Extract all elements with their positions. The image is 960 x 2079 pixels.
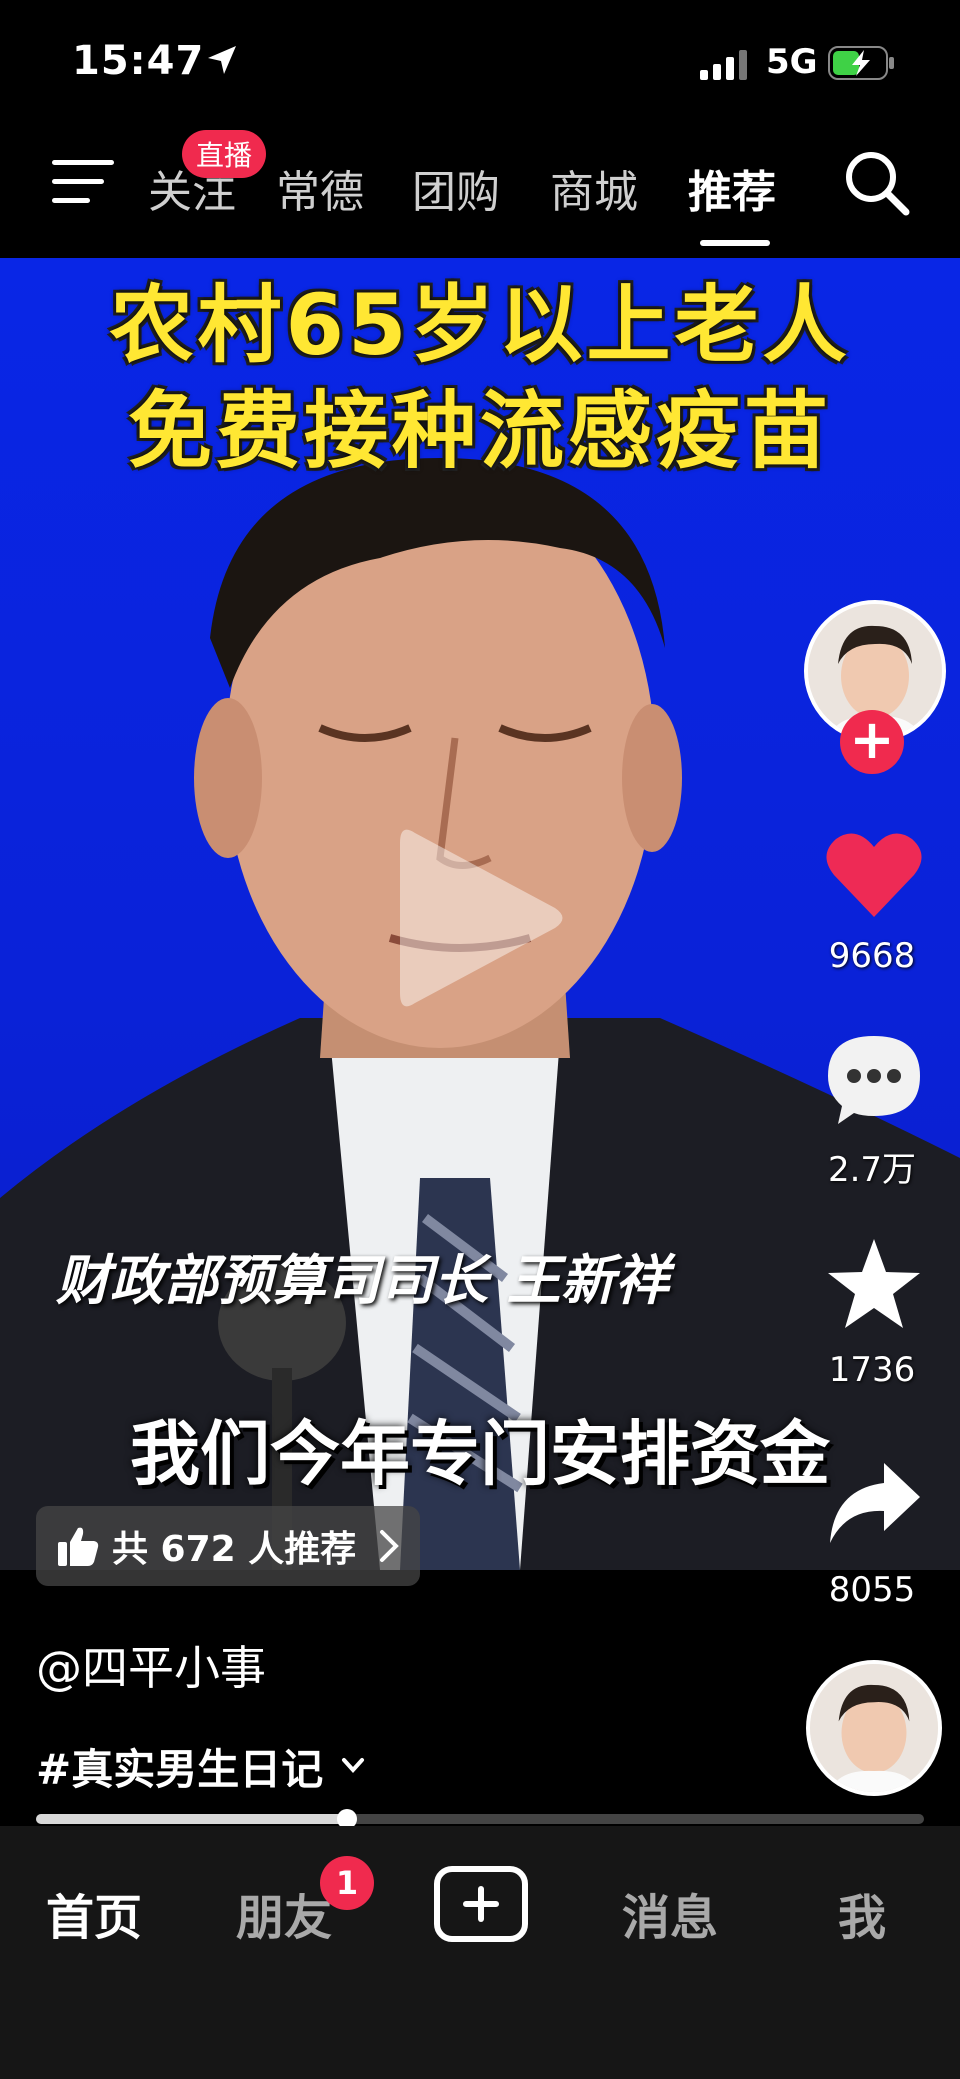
bottom-tab-bar bbox=[0, 1826, 960, 2079]
search-icon[interactable] bbox=[842, 148, 912, 218]
favorite-count: 1736 bbox=[828, 1350, 916, 1390]
heart-icon[interactable] bbox=[824, 825, 924, 925]
active-tab-indicator bbox=[700, 240, 770, 246]
tab-recommend[interactable]: 推荐 bbox=[688, 156, 776, 220]
share-icon[interactable] bbox=[824, 1455, 924, 1555]
recommend-bar[interactable]: 共 672 人推荐 bbox=[36, 1506, 420, 1586]
play-icon[interactable] bbox=[395, 823, 565, 1013]
status-time: 15:47 bbox=[72, 38, 205, 84]
hashtag[interactable]: #真实男生日记 bbox=[36, 1736, 323, 1797]
headline-line1: 农村65岁以上老人 bbox=[109, 276, 851, 374]
progress-fill bbox=[36, 1814, 347, 1824]
comment-icon[interactable] bbox=[824, 1030, 924, 1130]
friends-badge: 1 bbox=[320, 1856, 374, 1910]
chevron-down-icon[interactable] bbox=[340, 1752, 366, 1778]
star-icon[interactable] bbox=[824, 1235, 924, 1335]
caption-subtitle: 我们今年专门安排资金 bbox=[130, 1413, 830, 1495]
thumbs-up-icon bbox=[58, 1527, 99, 1566]
chevron-right-icon bbox=[380, 1530, 400, 1562]
tab-mall[interactable]: 商城 bbox=[550, 156, 638, 220]
tab-home[interactable]: 首页 bbox=[46, 1878, 142, 1948]
music-disc-image bbox=[810, 1664, 938, 1792]
signal-icon bbox=[700, 50, 747, 80]
tab-me[interactable]: 我 bbox=[838, 1878, 886, 1948]
author-name[interactable]: @四平小事 bbox=[36, 1632, 266, 1698]
add-button[interactable] bbox=[434, 1866, 528, 1942]
network-type: 5G bbox=[766, 42, 818, 82]
comment-count: 2.7万 bbox=[827, 1150, 917, 1190]
live-badge[interactable]: 直播 bbox=[182, 130, 267, 178]
caption-speaker-name: 财政部预算司司长 王新祥 bbox=[56, 1249, 669, 1312]
like-count: 9668 bbox=[828, 936, 916, 976]
tab-changde[interactable]: 常德 bbox=[276, 156, 364, 220]
share-count: 8055 bbox=[828, 1570, 916, 1610]
plus-icon bbox=[463, 1886, 499, 1922]
battery-charging-icon bbox=[828, 46, 894, 80]
music-disc[interactable] bbox=[806, 1660, 942, 1796]
location-arrow-icon bbox=[208, 46, 236, 74]
tab-messages[interactable]: 消息 bbox=[622, 1878, 718, 1948]
tab-friends[interactable]: 朋友 bbox=[236, 1878, 332, 1948]
menu-icon[interactable] bbox=[52, 158, 114, 206]
recommend-count: 共 672 人推荐 bbox=[112, 1529, 357, 1570]
tab-group-buy[interactable]: 团购 bbox=[412, 156, 500, 220]
headline-line2: 免费接种流感疫苗 bbox=[127, 382, 832, 480]
follow-button[interactable]: + bbox=[840, 710, 904, 774]
